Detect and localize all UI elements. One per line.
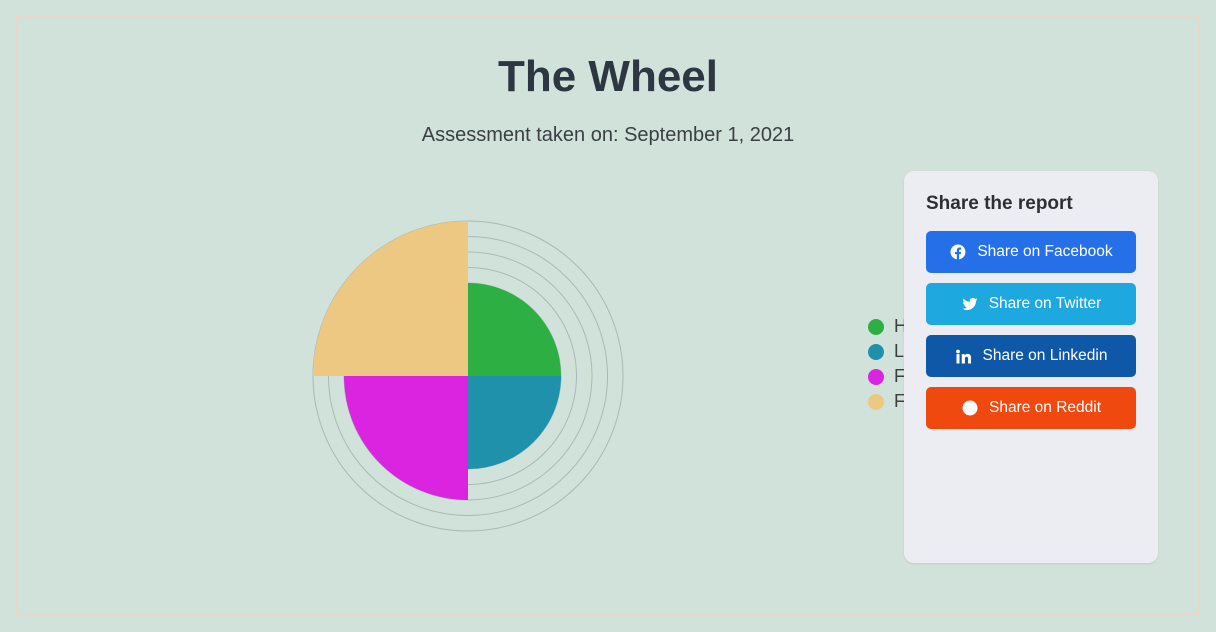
legend-dot-icon bbox=[868, 369, 884, 385]
legend-dot-icon bbox=[868, 344, 884, 360]
reddit-icon bbox=[961, 399, 979, 417]
share-reddit-button[interactable]: Share on Reddit bbox=[926, 387, 1136, 429]
wheel-chart-svg bbox=[308, 181, 708, 581]
linkedin-icon bbox=[955, 347, 973, 365]
share-twitter-label: Share on Twitter bbox=[989, 295, 1102, 313]
content-area: HealthLifeFunFriends Share the report Sh… bbox=[58, 171, 1158, 591]
share-facebook-label: Share on Facebook bbox=[977, 243, 1112, 261]
share-facebook-button[interactable]: Share on Facebook bbox=[926, 231, 1136, 273]
wheel-chart: HealthLifeFunFriends bbox=[308, 181, 908, 581]
legend-dot-icon bbox=[868, 319, 884, 335]
share-reddit-label: Share on Reddit bbox=[989, 399, 1101, 417]
share-panel-title: Share the report bbox=[926, 193, 1136, 215]
facebook-icon bbox=[949, 243, 967, 261]
legend-dot-icon bbox=[868, 394, 884, 410]
share-linkedin-button[interactable]: Share on Linkedin bbox=[926, 335, 1136, 377]
page-title: The Wheel bbox=[58, 52, 1158, 102]
assessment-date: Assessment taken on: September 1, 2021 bbox=[58, 124, 1158, 147]
report-frame: The Wheel Assessment taken on: September… bbox=[16, 16, 1200, 616]
share-twitter-button[interactable]: Share on Twitter bbox=[926, 283, 1136, 325]
share-linkedin-label: Share on Linkedin bbox=[983, 347, 1108, 365]
twitter-icon bbox=[961, 295, 979, 313]
share-panel: Share the report Share on Facebook Share… bbox=[904, 171, 1158, 563]
